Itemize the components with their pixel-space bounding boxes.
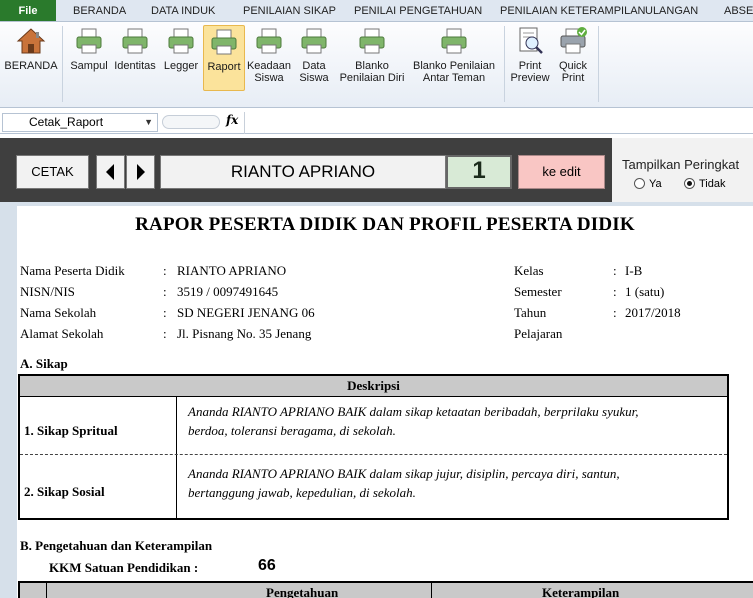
tab-penilai-pengetahuan[interactable]: PENILAI PENGETAHUAN bbox=[354, 0, 482, 21]
next-student-button[interactable] bbox=[126, 155, 155, 189]
quick-print-button[interactable]: Quick Print bbox=[553, 26, 593, 90]
info-label: Nama Sekolah bbox=[20, 305, 97, 320]
student-name-display: RIANTO APRIANO bbox=[160, 155, 446, 189]
beranda-button[interactable]: BERANDA bbox=[4, 26, 58, 90]
home-icon bbox=[16, 28, 46, 54]
sikap-sosial-desc: Ananda RIANTO APRIANO BAIK dalam sikap j… bbox=[188, 466, 620, 500]
info-label: NISN/NIS bbox=[20, 284, 75, 299]
info-sep: : bbox=[163, 263, 167, 278]
col-keterampilan: Keterampilan bbox=[542, 585, 620, 598]
printer-icon bbox=[256, 28, 282, 54]
info-value: RIANTO APRIANO bbox=[177, 263, 287, 278]
sampul-button[interactable]: Sampul bbox=[67, 26, 111, 90]
raport-button[interactable]: Raport bbox=[203, 25, 245, 91]
section-a-title: A. Sikap bbox=[20, 356, 68, 371]
info-sep: : bbox=[163, 305, 167, 320]
printer-icon bbox=[211, 29, 237, 55]
table-divider bbox=[431, 583, 432, 598]
formula-bar: Cetak_Raport ▼ fx bbox=[0, 112, 753, 134]
ribbon-separator bbox=[598, 26, 599, 102]
info-sep: : bbox=[613, 305, 617, 320]
sikap-table: Deskripsi 1. Sikap Spritual Ananda RIANT… bbox=[18, 374, 729, 520]
arrow-right-icon bbox=[137, 164, 145, 180]
info-label: Semester bbox=[514, 284, 562, 299]
student-number-input[interactable]: 1 bbox=[446, 155, 512, 189]
info-label: Alamat Sekolah bbox=[20, 326, 104, 341]
tab-ulangan[interactable]: ULANGAN bbox=[645, 0, 698, 21]
radio-ya[interactable]: Ya bbox=[634, 178, 662, 190]
prev-student-button[interactable] bbox=[96, 155, 125, 189]
name-box[interactable]: Cetak_Raport ▼ bbox=[2, 113, 158, 132]
blanko-penilaian-diri-button[interactable]: Blanko Penilaian Diri bbox=[336, 26, 408, 90]
info-value: 2017/2018 bbox=[625, 305, 681, 320]
printer-icon bbox=[76, 28, 102, 54]
nilai-table-header: Pengetahuan Keterampilan bbox=[18, 581, 753, 598]
peringkat-title: Tampilkan Peringkat bbox=[622, 157, 740, 172]
info-sep: : bbox=[613, 263, 617, 278]
radio-on-icon bbox=[684, 178, 695, 189]
keadaan-siswa-button[interactable]: Keadaan Siswa bbox=[246, 26, 292, 90]
print-preview-button[interactable]: Print Preview bbox=[508, 26, 552, 90]
control-panel: CETAK RIANTO APRIANO 1 ke edit Tampilkan… bbox=[0, 138, 753, 202]
info-value: Jl. Pisnang No. 35 Jenang bbox=[177, 326, 312, 341]
sikap-table-header: Deskripsi bbox=[20, 376, 727, 397]
col-pengetahuan: Pengetahuan bbox=[266, 585, 339, 598]
section-b-title: B. Pengetahuan dan Keterampilan bbox=[20, 538, 213, 553]
printer-icon bbox=[441, 28, 467, 54]
quick-print-icon bbox=[560, 27, 587, 54]
row-divider bbox=[20, 454, 727, 455]
info-label: Kelas bbox=[514, 263, 544, 278]
peringkat-panel: Tampilkan Peringkat Ya Tidak bbox=[612, 138, 753, 202]
ribbon-separator bbox=[504, 26, 505, 102]
sikap-sosial-label: 2. Sikap Sosial bbox=[24, 484, 105, 499]
data-siswa-button[interactable]: Data Siswa bbox=[294, 26, 334, 90]
kkm-value: 66 bbox=[258, 557, 276, 574]
formula-cancel-enter-controls[interactable] bbox=[162, 115, 220, 129]
info-label: Nama Peserta Didik bbox=[20, 263, 125, 278]
table-divider bbox=[46, 583, 47, 598]
info-label: Tahun bbox=[514, 305, 547, 320]
kkm-label: KKM Satuan Pendidikan : bbox=[49, 560, 199, 575]
blanko-penilaian-antar-teman-button[interactable]: Blanko Penilaian Antar Teman bbox=[409, 26, 499, 90]
tab-data-induk[interactable]: DATA INDUK bbox=[151, 0, 215, 21]
legger-button[interactable]: Legger bbox=[161, 26, 201, 90]
tab-penilaian-sikap[interactable]: PENILAIAN SIKAP bbox=[243, 0, 336, 21]
info-sep: : bbox=[163, 326, 167, 341]
info-value: SD NEGERI JENANG 06 bbox=[177, 305, 315, 320]
ribbon-tab-bar: File BERANDA DATA INDUK PENILAIAN SIKAP … bbox=[0, 0, 753, 22]
formula-separator bbox=[244, 112, 245, 134]
info-value: 1 (satu) bbox=[625, 284, 665, 299]
tab-absensi[interactable]: ABSE bbox=[724, 0, 753, 21]
info-value: 3519 / 0097491645 bbox=[177, 284, 279, 299]
printer-icon bbox=[359, 28, 385, 54]
printer-icon bbox=[301, 28, 327, 54]
printer-icon bbox=[168, 28, 194, 54]
identitas-button[interactable]: Identitas bbox=[111, 26, 159, 90]
ribbon: BERANDA Sampul Identitas Legger Raport K… bbox=[0, 22, 753, 108]
tab-beranda[interactable]: BERANDA bbox=[73, 0, 126, 21]
cetak-button[interactable]: CETAK bbox=[16, 155, 89, 189]
radio-tidak[interactable]: Tidak bbox=[684, 178, 726, 190]
edit-button[interactable]: ke edit bbox=[518, 155, 605, 189]
chevron-down-icon[interactable]: ▼ bbox=[144, 114, 153, 131]
ribbon-separator bbox=[62, 26, 63, 102]
arrow-left-icon bbox=[106, 164, 114, 180]
info-label: Pelajaran bbox=[514, 326, 563, 341]
tab-file[interactable]: File bbox=[0, 0, 56, 21]
tab-penilaian-keterampilan[interactable]: PENILAIAN KETERAMPILAN bbox=[500, 0, 646, 21]
info-sep: : bbox=[613, 284, 617, 299]
sikap-spiritual-desc: Ananda RIANTO APRIANO BAIK dalam sikap k… bbox=[188, 404, 639, 438]
insert-function-icon[interactable]: fx bbox=[226, 113, 238, 127]
radio-off-icon bbox=[634, 178, 645, 189]
info-value: I-B bbox=[625, 263, 643, 278]
sikap-spiritual-label: 1. Sikap Spritual bbox=[24, 423, 118, 438]
table-divider bbox=[176, 397, 177, 518]
printer-icon bbox=[122, 28, 148, 54]
print-preview-icon bbox=[519, 27, 543, 54]
info-sep: : bbox=[163, 284, 167, 299]
report-sheet: RAPOR PESERTA DIDIK DAN PROFIL PESERTA D… bbox=[17, 206, 753, 598]
report-title: RAPOR PESERTA DIDIK DAN PROFIL PESERTA D… bbox=[135, 214, 635, 235]
